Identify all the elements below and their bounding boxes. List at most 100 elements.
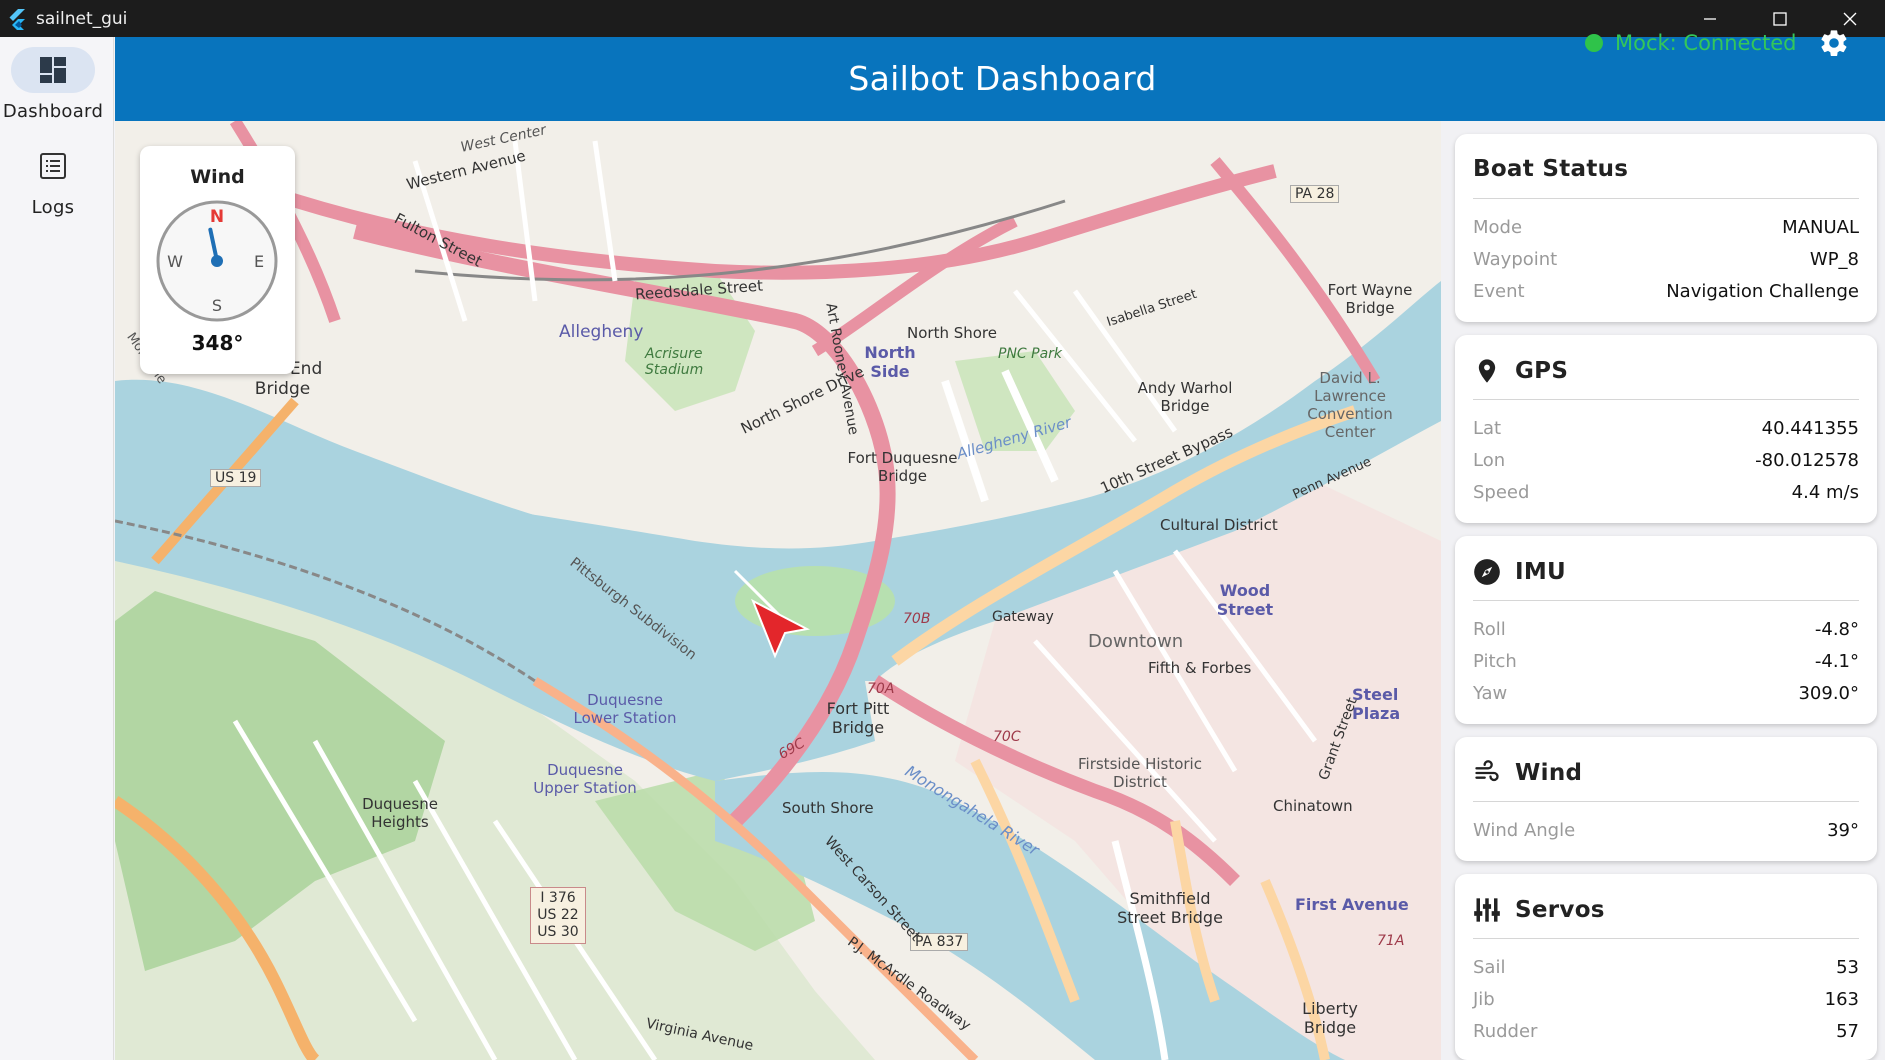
compass-w: W xyxy=(167,252,183,271)
row-value: MANUAL xyxy=(1782,216,1859,238)
map-label: 70A xyxy=(867,681,895,697)
divider xyxy=(1473,938,1859,939)
map-label: Downtown xyxy=(1088,631,1184,652)
row-key: Event xyxy=(1473,280,1525,302)
nav-item-dashboard[interactable]: Dashboard xyxy=(0,47,106,122)
gps-row-lat: Lat 40.441355 xyxy=(1473,413,1859,443)
map-label: PNC Park xyxy=(998,346,1063,362)
row-value: Navigation Challenge xyxy=(1666,280,1859,302)
compass-s: S xyxy=(212,296,222,315)
wind-compass-title: Wind xyxy=(190,166,245,188)
row-value: 53 xyxy=(1836,956,1859,978)
map-label: Cultural District xyxy=(1160,516,1278,534)
location-pin-icon xyxy=(1478,359,1496,383)
minimize-icon xyxy=(1704,17,1716,20)
row-value: -4.8° xyxy=(1814,618,1859,640)
map-label: Fort Pitt Bridge xyxy=(826,699,890,737)
map-label: South Shore xyxy=(782,799,874,817)
row-key: Sail xyxy=(1473,956,1506,978)
wind-card: Wind Wind Angle 39° xyxy=(1455,737,1877,861)
map-label: Gateway xyxy=(992,609,1054,625)
map-label: Firstside Historic District xyxy=(1078,755,1202,791)
servo-row-sail: Sail 53 xyxy=(1473,952,1859,982)
compass-n: N xyxy=(210,207,224,227)
row-key: Jib xyxy=(1473,988,1495,1010)
row-key: Waypoint xyxy=(1473,248,1558,270)
map-label: Acrisure Stadium xyxy=(645,346,704,378)
page-title: Sailbot Dashboard xyxy=(848,59,1157,98)
boat-status-title: Boat Status xyxy=(1473,156,1629,182)
map-label: Smithfield Street Bridge xyxy=(1117,889,1223,927)
status-row-waypoint: Waypoint WP_8 xyxy=(1473,244,1859,274)
imu-row-yaw: Yaw 309.0° xyxy=(1473,678,1859,708)
row-key: Lat xyxy=(1473,417,1502,439)
row-key: Pitch xyxy=(1473,650,1517,672)
map-label: Duquesne Heights xyxy=(362,795,438,831)
gps-row-speed: Speed 4.4 m/s xyxy=(1473,477,1859,507)
gear-icon[interactable] xyxy=(1818,27,1850,59)
row-value: 163 xyxy=(1824,988,1859,1010)
flutter-app-icon xyxy=(9,8,25,30)
map-label: Duquesne Lower Station xyxy=(573,691,677,727)
imu-row-pitch: Pitch -4.1° xyxy=(1473,646,1859,676)
connection-status: Mock: Connected xyxy=(1585,31,1797,55)
row-value: 309.0° xyxy=(1798,682,1859,704)
divider xyxy=(1473,801,1859,802)
map-label: North Shore xyxy=(907,324,997,342)
gps-row-lon: Lon -80.012578 xyxy=(1473,445,1859,475)
navigation-rail: Dashboard Logs xyxy=(0,37,114,1060)
wind-icon xyxy=(1475,760,1499,782)
row-key: Wind Angle xyxy=(1473,819,1576,841)
map-label: Wood Street xyxy=(1216,581,1274,619)
servo-row-rudder: Rudder 57 xyxy=(1473,1016,1859,1046)
map-label: Allegheny xyxy=(559,322,644,342)
row-key: Yaw xyxy=(1473,682,1508,704)
boat-arrow-icon xyxy=(733,569,811,659)
divider xyxy=(1473,600,1859,601)
map-label: 70C xyxy=(993,729,1021,745)
compass-dial: N E S W xyxy=(156,200,278,322)
map-label: US 19 xyxy=(210,469,262,487)
map-label: Liberty Bridge xyxy=(1302,999,1358,1037)
nav-item-logs[interactable]: Logs xyxy=(0,143,106,218)
map-label: 71A xyxy=(1377,933,1405,949)
window-title: sailnet_gui xyxy=(36,8,128,29)
nav-indicator xyxy=(11,47,95,93)
gps-title: GPS xyxy=(1515,358,1569,384)
row-value: WP_8 xyxy=(1809,248,1859,270)
row-key: Lon xyxy=(1473,449,1506,471)
row-key: Mode xyxy=(1473,216,1523,238)
connection-status-text: Mock: Connected xyxy=(1615,31,1797,55)
nav-label-dashboard: Dashboard xyxy=(2,101,104,122)
map-label: Fort Wayne Bridge xyxy=(1327,281,1413,317)
map-label: PA 28 xyxy=(1290,185,1340,203)
map-label: David L. Lawrence Convention Center xyxy=(1307,369,1393,441)
compass-e: E xyxy=(254,252,264,271)
wind-heading-value: 348° xyxy=(191,331,244,355)
map-label: First Avenue xyxy=(1295,895,1409,914)
map-label: Steel Plaza xyxy=(1352,685,1401,723)
compass-icon xyxy=(1474,559,1500,585)
row-key: Speed xyxy=(1473,481,1530,503)
sliders-icon xyxy=(1474,898,1500,922)
row-key: Roll xyxy=(1473,618,1506,640)
wind-compass-card: Wind N E S W 348° xyxy=(140,146,295,374)
close-icon xyxy=(1843,12,1857,25)
map-label: Fifth & Forbes xyxy=(1148,659,1252,677)
list-icon xyxy=(40,153,66,179)
map-label: 70B xyxy=(903,611,931,627)
row-value: -4.1° xyxy=(1814,650,1859,672)
map-view[interactable]: West Center Western Avenue Fulton Street… xyxy=(115,121,1441,1060)
row-value: 4.4 m/s xyxy=(1791,481,1859,503)
status-dot-icon xyxy=(1585,34,1603,52)
imu-card: IMU Roll -4.8° Pitch -4.1° Yaw 309.0° xyxy=(1455,536,1877,724)
nav-label-logs: Logs xyxy=(31,197,75,218)
status-row-event: Event Navigation Challenge xyxy=(1473,276,1859,306)
map-label: Duquesne Upper Station xyxy=(533,761,637,797)
row-key: Rudder xyxy=(1473,1020,1538,1042)
wind-row-angle: Wind Angle 39° xyxy=(1473,815,1859,845)
divider xyxy=(1473,198,1859,199)
map-label: Fort Duquesne Bridge xyxy=(847,449,958,485)
divider xyxy=(1473,399,1859,400)
boat-status-card: Boat Status Mode MANUAL Waypoint WP_8 Ev… xyxy=(1455,134,1877,322)
